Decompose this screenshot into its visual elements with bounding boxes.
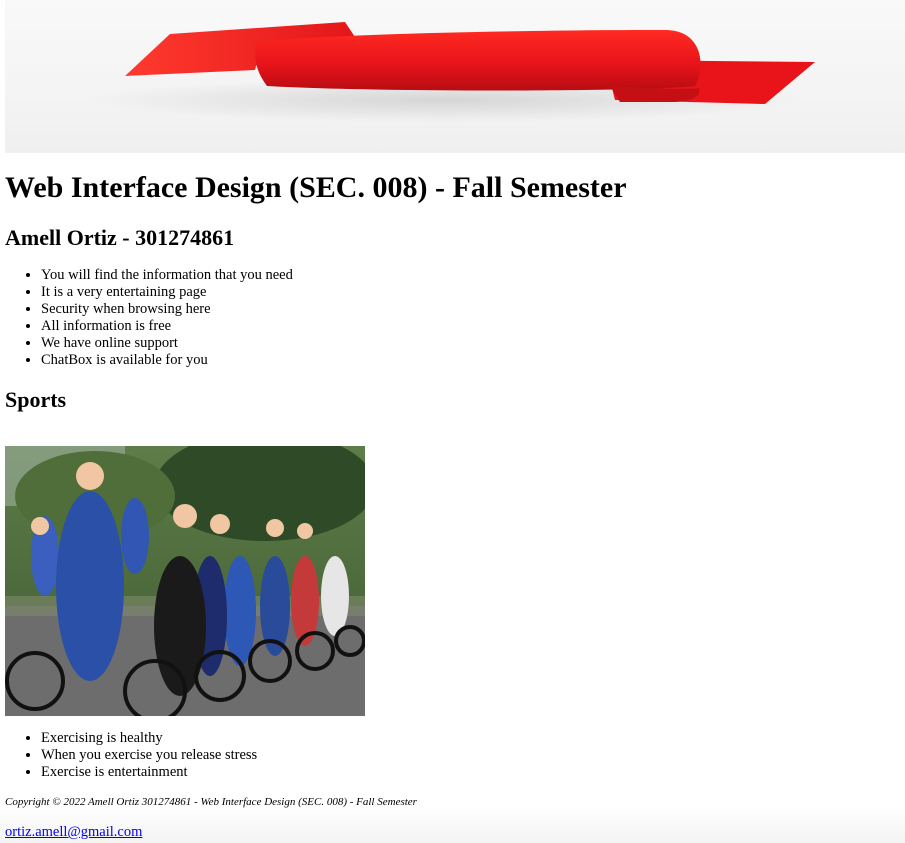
list-item: It is a very entertaining page [41,284,293,301]
list-item: ChatBox is available for you [41,352,293,369]
sports-heading: Sports [5,387,67,412]
list-item: When you exercise you release stress [41,747,257,764]
sports-list: Exercising is healthy When you exercise … [5,730,257,781]
cyclists-photo [5,446,365,716]
cyclists-image-icon [5,446,365,716]
email-link[interactable]: ortiz.amell@gmail.com [5,824,142,841]
page-subtitle: Amell Ortiz - 301274861 [5,225,235,250]
features-list: You will find the information that you n… [5,267,293,369]
list-item: We have online support [41,335,293,352]
list-item: You will find the information that you n… [41,267,293,284]
red-ribbon-icon [85,22,815,122]
header-banner-image [5,0,905,153]
list-item: All information is free [41,318,293,335]
list-item: Security when browsing here [41,301,293,318]
list-item: Exercise is entertainment [41,764,257,781]
page-title: Web Interface Design (SEC. 008) - Fall S… [5,171,627,204]
list-item: Exercising is healthy [41,730,257,747]
copyright-text: Copyright © 2022 Amell Ortiz 301274861 -… [5,796,417,808]
